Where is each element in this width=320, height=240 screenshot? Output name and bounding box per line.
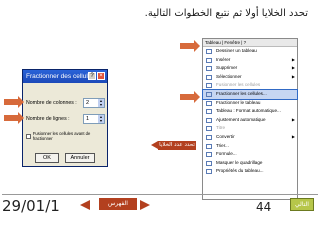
menu-item-icon — [206, 160, 212, 166]
menu-item-label: Ajustement automatique — [216, 116, 266, 122]
merge-label: Fusionner les cellules avant de fraction… — [32, 131, 91, 141]
rows-label: Nombre de lignes : — [26, 116, 70, 122]
menu-item-label: Formule... — [216, 151, 237, 157]
menu-item[interactable]: Sélectionner ▶ — [203, 73, 297, 82]
menu-bar[interactable]: Tableau | Fenêtre | ? — [203, 39, 297, 47]
rows-spinner[interactable]: ▲ ▼ — [98, 115, 104, 123]
menu-item-icon — [206, 169, 212, 175]
menu-item-icon — [206, 126, 212, 132]
menu-item-label: Titre — [216, 125, 226, 131]
menu-item-icon — [206, 49, 212, 54]
menu-item-label: Convertir — [216, 133, 235, 139]
menu-item[interactable]: Propriétés du tableau... — [203, 167, 297, 176]
menu-item[interactable]: Masquer le quadrillage — [203, 159, 297, 168]
menu-item[interactable]: Fractionner le tableau — [203, 99, 297, 108]
submenu-arrow-icon: ▶ — [291, 116, 295, 122]
menu-item[interactable]: Fractionner les cellules... — [202, 89, 298, 100]
previous-arrow-icon[interactable] — [80, 200, 90, 210]
rows-input[interactable]: 1 ▲ ▼ — [83, 114, 105, 124]
ok-button[interactable]: OK — [35, 153, 59, 163]
menu-item-label: Propriétés du tableau... — [216, 168, 264, 174]
menu-item[interactable]: Supprimer ▶ — [203, 64, 297, 73]
menu-item-icon — [206, 134, 212, 140]
arrow-columns-icon — [4, 96, 24, 108]
rows-value: 1 — [86, 116, 90, 122]
next-button[interactable]: التالي — [290, 198, 314, 211]
menu-item-label: Insérer — [216, 56, 231, 62]
slide-date: 29/01/1 — [2, 197, 60, 215]
page-number: 44 — [256, 200, 272, 214]
menu-item-icon — [206, 74, 212, 80]
menu-item-icon — [206, 143, 212, 149]
menu-item-icon — [206, 100, 212, 106]
menu-item-icon — [206, 91, 212, 97]
menu-item-icon — [206, 152, 212, 158]
slide-title: تحدد الخلايا أولا ثم نتبع الخطوات التالي… — [144, 8, 308, 19]
menu-item-icon — [206, 57, 212, 63]
menu-item-label: Fusionner les cellules — [216, 82, 261, 88]
menu-item[interactable]: Fusionner les cellules — [203, 81, 297, 90]
help-icon[interactable]: ? — [88, 72, 96, 80]
menu-item-icon — [206, 109, 212, 115]
menu-item-icon — [206, 83, 212, 89]
menu-item-label: Masquer le quadrillage — [216, 159, 263, 165]
footer-divider — [2, 194, 318, 195]
menu-item[interactable]: Insérer ▶ — [203, 56, 297, 65]
menu-item[interactable]: Ajustement automatique ▶ — [203, 116, 297, 125]
submenu-arrow-icon: ▶ — [291, 65, 295, 71]
submenu-arrow-icon: ▶ — [291, 73, 295, 79]
cancel-button[interactable]: Annuler — [65, 153, 95, 163]
next-arrow-icon[interactable] — [140, 200, 150, 210]
menu-item-label: Supprimer — [216, 65, 238, 71]
columns-spinner[interactable]: ▲ ▼ — [98, 99, 104, 107]
submenu-arrow-icon: ▶ — [291, 133, 295, 139]
callout-label: تحدد عدد الخلايا — [151, 141, 196, 150]
arrow-split-icon — [180, 91, 200, 103]
columns-input[interactable]: 2 ▲ ▼ — [83, 98, 105, 108]
columns-value: 2 — [86, 100, 90, 106]
close-icon[interactable]: × — [97, 72, 105, 80]
menu-item-icon — [206, 66, 212, 72]
table-menu: Tableau | Fenêtre | ? Dessiner un tablea… — [202, 38, 298, 200]
menu-item[interactable]: Trier... — [203, 142, 297, 151]
menu-item-label: Dessiner un tableau — [216, 48, 257, 53]
menu-item[interactable]: Tableau : Format automatique... — [203, 107, 297, 116]
dialog-title: Fractionner des cellules — [26, 73, 95, 80]
arrow-rows-icon — [4, 112, 24, 124]
index-button[interactable]: الفهرس — [99, 198, 137, 210]
menu-item-label: Sélectionner — [216, 73, 242, 79]
arrow-menu-icon — [180, 40, 200, 52]
menu-item[interactable]: Convertir ▶ — [203, 133, 297, 142]
submenu-arrow-icon: ▶ — [291, 56, 295, 62]
dialog-title-bar: Fractionner des cellules ? × — [23, 70, 107, 83]
columns-label: Nombre de colonnes : — [26, 100, 77, 106]
menu-item-label: Fractionner les cellules... — [216, 90, 267, 96]
merge-checkbox[interactable] — [26, 133, 31, 139]
menu-item-label: Trier... — [216, 142, 229, 148]
menu-item[interactable]: Titre — [203, 124, 297, 133]
menu-item[interactable]: Formule... — [203, 150, 297, 159]
menu-item-label: Fractionner le tableau — [216, 99, 261, 105]
menu-item-label: Tableau : Format automatique... — [216, 108, 281, 114]
menu-item[interactable]: Dessiner un tableau — [203, 47, 297, 56]
merge-option[interactable]: Fusionner les cellules avant de fraction… — [26, 131, 107, 141]
split-cells-dialog: Fractionner des cellules ? × Nombre de c… — [22, 69, 108, 167]
menu-item-icon — [206, 117, 212, 123]
